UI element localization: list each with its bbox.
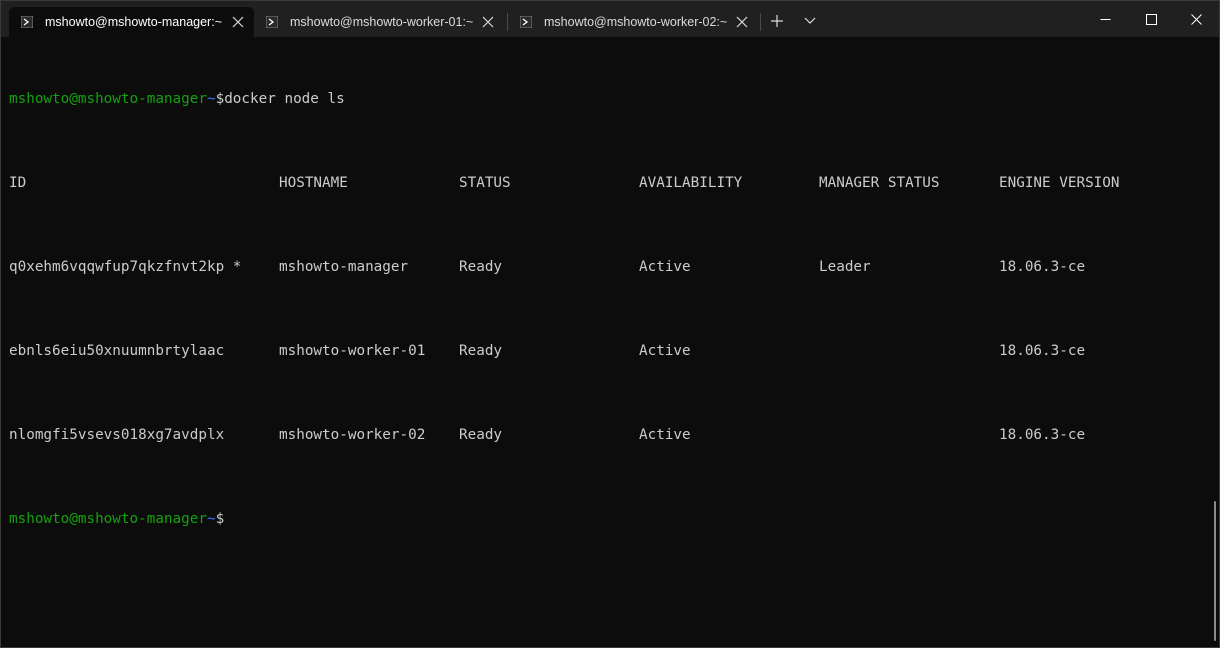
powershell-icon <box>266 16 278 28</box>
table-header: ID HOSTNAME STATUS AVAILABILITY MANAGER STAT… <box>9 173 1203 194</box>
tab-worker-02[interactable]: mshowto@mshowto-worker-02:~ <box>508 7 758 37</box>
cell-id: ebnls6eiu50xnuumnbrtylaac <box>9 343 225 359</box>
terminal-output[interactable]: mshowto@mshowto-manager ~ $ docker node … <box>9 47 1203 647</box>
header-id: ID <box>9 175 27 191</box>
prompt-symbol: $ <box>215 91 225 107</box>
cell-engine-version: 18.06.3-ce <box>999 259 1086 275</box>
table-row: ebnls6eiu50xnuumnbrtylaac mshowto-worker-… <box>9 341 1203 362</box>
close-tab-icon[interactable] <box>482 16 494 28</box>
cell-manager-status: Leader <box>819 259 871 275</box>
tab-label: mshowto@mshowto-worker-01:~ <box>290 15 474 29</box>
cell-engine-version: 18.06.3-ce <box>999 343 1086 359</box>
header-status: STATUS <box>459 175 511 191</box>
cell-availability: Active <box>639 343 691 359</box>
cell-hostname: mshowto-worker-01 <box>279 343 426 359</box>
powershell-icon <box>21 16 33 28</box>
close-tab-icon[interactable] <box>232 16 244 28</box>
command-line: mshowto@mshowto-manager ~ $ docker node … <box>9 89 1203 110</box>
prompt-user: mshowto@mshowto-manager <box>9 91 207 107</box>
header-manager-status: MANAGER STATUS <box>819 175 940 191</box>
header-engine-version: ENGINE VERSION <box>999 175 1120 191</box>
chevron-down-icon <box>804 17 816 24</box>
close-icon <box>1190 13 1202 25</box>
tab-worker-01[interactable]: mshowto@mshowto-worker-01:~ <box>254 7 504 37</box>
table-row: nlomgfi5vsevs018xg7avdplx mshowto-worker-… <box>9 425 1203 446</box>
minimize-icon <box>1100 18 1110 20</box>
tab-label: mshowto@mshowto-manager:~ <box>45 15 222 29</box>
cell-id: q0xehm6vqqwfup7qkzfnvt2kp * <box>9 259 242 275</box>
cell-status: Ready <box>459 343 503 359</box>
cell-engine-version: 18.06.3-ce <box>999 427 1086 443</box>
table-row: q0xehm6vqqwfup7qkzfnvt2kp * mshowto-manag… <box>9 257 1203 278</box>
close-window-button[interactable] <box>1173 1 1219 37</box>
tab-separator <box>760 13 761 31</box>
prompt-dir: ~ <box>206 511 216 527</box>
terminal-window: mshowto@mshowto-manager:~ mshowto@mshowt… <box>0 0 1220 648</box>
header-hostname: HOSTNAME <box>279 175 348 191</box>
scrollbar[interactable] <box>1214 501 1216 641</box>
prompt-line: mshowto@mshowto-manager ~ $ <box>9 509 1203 530</box>
cell-status: Ready <box>459 259 503 275</box>
maximize-icon <box>1145 13 1157 25</box>
prompt-dir: ~ <box>206 91 216 107</box>
cell-manager-status <box>819 341 999 362</box>
cell-manager-status <box>819 425 999 446</box>
cell-availability: Active <box>639 259 691 275</box>
cell-hostname: mshowto-manager <box>279 259 409 275</box>
header-availability: AVAILABILITY <box>639 175 743 191</box>
maximize-button[interactable] <box>1128 1 1174 37</box>
profile-dropdown-button[interactable] <box>800 9 820 33</box>
tab-label: mshowto@mshowto-worker-02:~ <box>544 15 728 29</box>
powershell-icon <box>520 16 532 28</box>
cell-id: nlomgfi5vsevs018xg7avdplx <box>9 427 225 443</box>
command-text: docker node ls <box>224 91 345 107</box>
new-tab-button[interactable] <box>767 9 787 33</box>
prompt-user: mshowto@mshowto-manager <box>9 511 207 527</box>
prompt-symbol: $ <box>215 511 225 527</box>
minimize-button[interactable] <box>1082 1 1128 37</box>
cell-status: Ready <box>459 427 503 443</box>
plus-icon <box>771 15 783 27</box>
cell-availability: Active <box>639 427 691 443</box>
tab-manager[interactable]: mshowto@mshowto-manager:~ <box>9 7 254 37</box>
close-tab-icon[interactable] <box>736 16 748 28</box>
tab-bar: mshowto@mshowto-manager:~ mshowto@mshowt… <box>1 1 1219 37</box>
cell-hostname: mshowto-worker-02 <box>279 427 426 443</box>
